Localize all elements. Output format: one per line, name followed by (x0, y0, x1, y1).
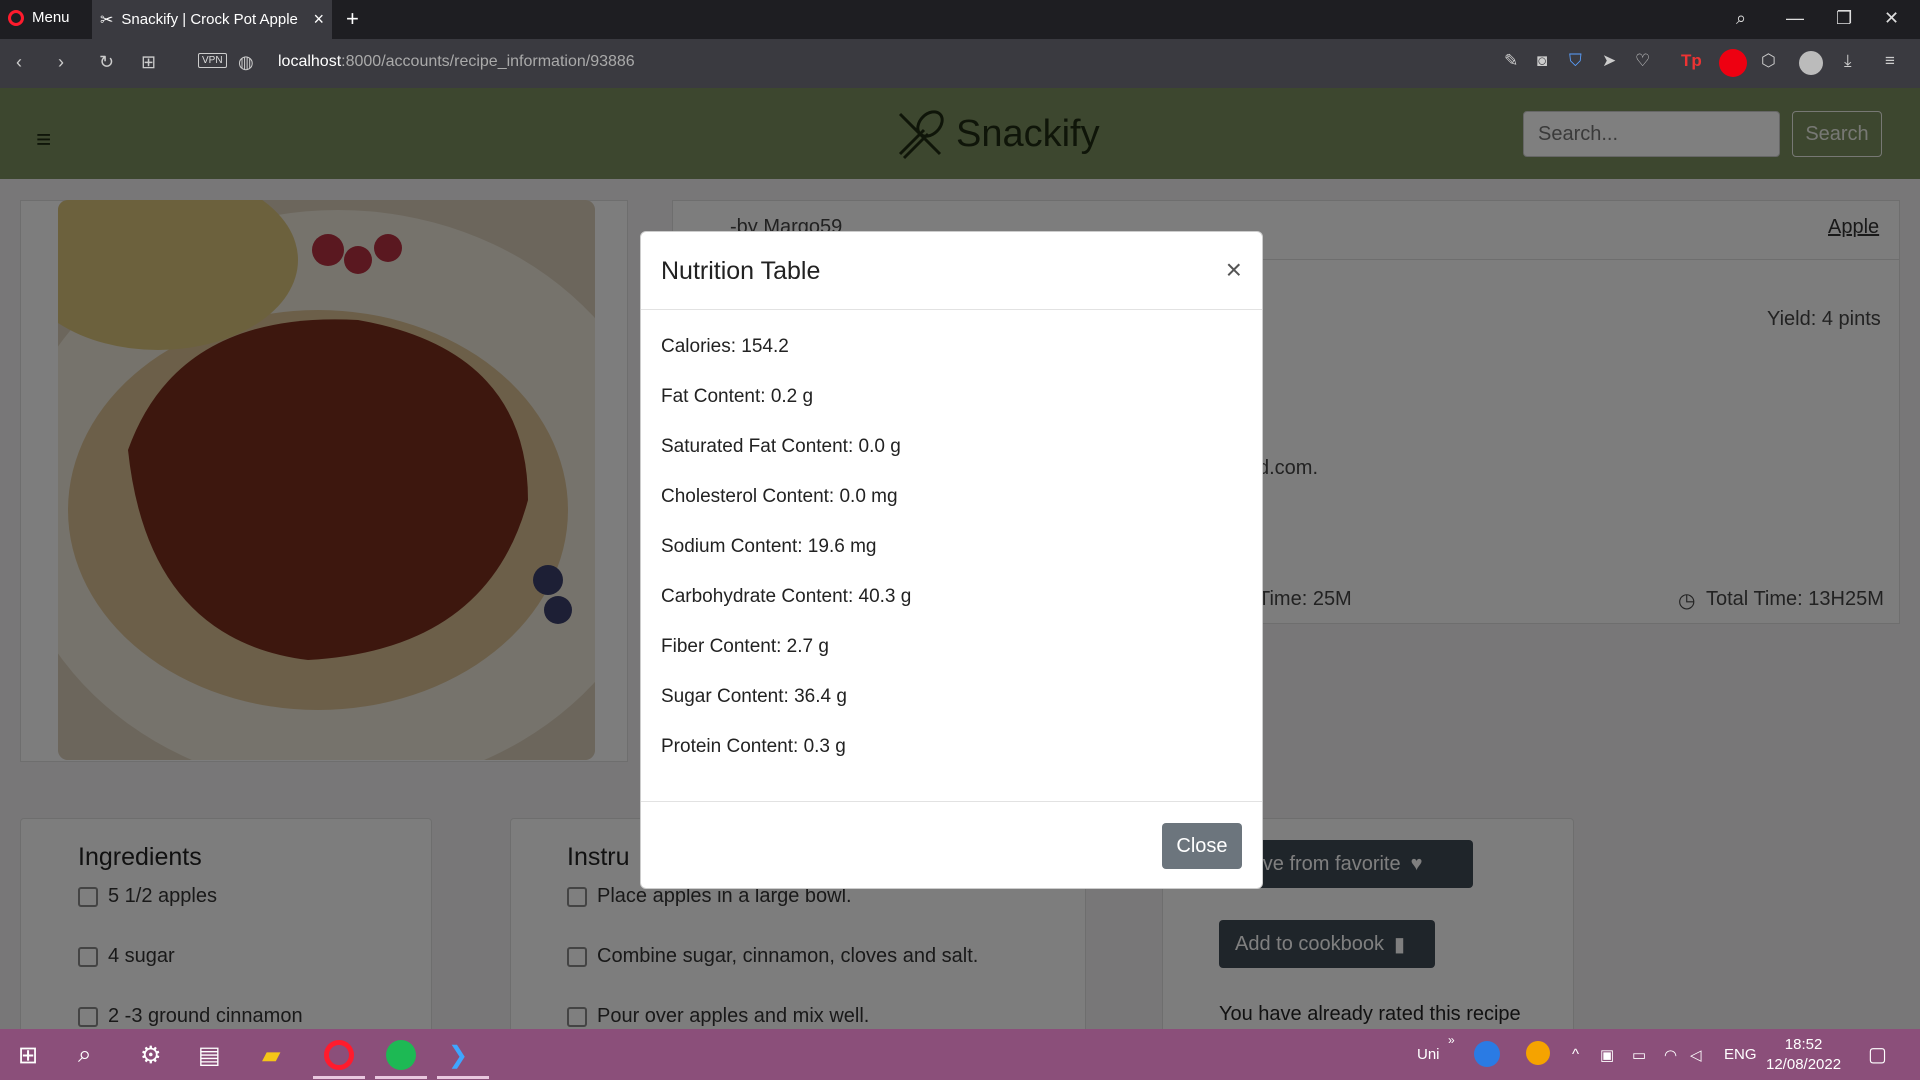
modal-header: Nutrition Table × (641, 232, 1262, 310)
battery-icon[interactable]: ▭ (1632, 1046, 1646, 1064)
url-path: :8000/accounts/recipe_information/93886 (341, 53, 635, 70)
active-app-indicator (313, 1076, 365, 1079)
adblock-icon[interactable] (1719, 49, 1747, 77)
nutrition-item: Fat Content: 0.2 g (661, 386, 814, 407)
clock-time: 18:52 (1784, 1036, 1823, 1053)
edit-icon[interactable]: ✎ (1504, 51, 1518, 71)
chevrons-icon[interactable]: » (1448, 1033, 1455, 1047)
browser-menu-button[interactable]: Menu (8, 9, 70, 26)
clock-date: 12/08/2022 (1766, 1056, 1842, 1073)
modal-title: Nutrition Table (661, 257, 821, 285)
nutrition-item: Cholesterol Content: 0.0 mg (661, 486, 898, 507)
camera-icon[interactable]: ◙ (1537, 51, 1547, 71)
spotify-icon[interactable] (386, 1040, 416, 1070)
opera-logo-icon (8, 9, 24, 26)
keyboard-layout[interactable]: Uni (1417, 1046, 1440, 1063)
opera-taskbar-icon[interactable] (324, 1040, 354, 1070)
whisk-icon: ✂ (100, 11, 114, 29)
address-bar: ‹ › ↻ ⊞ VPN ◍ localhost:8000/accounts/re… (0, 39, 1920, 88)
display-icon[interactable]: ▣ (1600, 1046, 1614, 1064)
profile-avatar[interactable] (1799, 51, 1823, 75)
nutrition-item: Fiber Content: 2.7 g (661, 636, 829, 657)
windows-start-icon[interactable]: ⊞ (18, 1041, 38, 1070)
search-icon[interactable]: ⌕ (78, 1041, 91, 1069)
tab-close-icon[interactable]: × (313, 9, 324, 30)
speed-dial-icon[interactable]: ⊞ (141, 52, 156, 73)
windows-taskbar: ⊞ ⌕ ⚙ ▤ ▰ ❯ Uni » ^ ▣ ▭ ◠ ◁ ENG 18:52 12… (0, 1029, 1920, 1080)
restore-icon[interactable]: ❐ (1836, 8, 1852, 29)
nutrition-item: Calories: 154.2 (661, 336, 789, 357)
search-tabs-icon[interactable]: ⌕ (1736, 8, 1746, 29)
close-icon[interactable]: × (1226, 256, 1242, 284)
app-window-icon[interactable]: ▤ (198, 1041, 221, 1070)
heart-icon[interactable]: ♡ (1635, 51, 1650, 71)
forward-icon[interactable]: › (58, 52, 64, 73)
tp-extension-icon[interactable]: Tp (1681, 51, 1702, 71)
browser-tab-active[interactable]: ✂ Snackify | Crock Pot Apple × (92, 0, 332, 39)
close-button[interactable]: Close (1162, 823, 1242, 869)
language-indicator[interactable]: ENG (1724, 1046, 1757, 1063)
modal-footer: Close (641, 801, 1262, 890)
browser-tab-bar: Menu ✂ Snackify | Crock Pot Apple × + ⌕ … (0, 0, 1920, 39)
minimize-icon[interactable]: — (1786, 8, 1804, 29)
file-explorer-icon[interactable]: ▰ (262, 1041, 280, 1070)
running-app-indicator (437, 1076, 489, 1079)
running-app-indicator (375, 1076, 427, 1079)
url-host: localhost (278, 53, 342, 70)
notifications-icon[interactable]: ▢ (1868, 1042, 1887, 1067)
nutrition-item: Saturated Fat Content: 0.0 g (661, 436, 901, 457)
tab-title: Snackify | Crock Pot Apple (121, 11, 298, 28)
new-tab-icon[interactable]: + (346, 6, 359, 32)
easy-setup-icon[interactable]: ≡ (1885, 51, 1895, 71)
nutrition-modal: Nutrition Table × Calories: 154.2 Fat Co… (640, 231, 1263, 889)
url-field[interactable]: localhost:8000/accounts/recipe_informati… (278, 53, 635, 71)
menu-label: Menu (32, 9, 70, 26)
download-icon[interactable]: ⤓ (1844, 51, 1852, 71)
volume-icon[interactable]: ◁ (1690, 1046, 1702, 1064)
reload-icon[interactable]: ↻ (99, 52, 114, 73)
help-icon[interactable] (1474, 1041, 1500, 1067)
back-icon[interactable]: ‹ (16, 52, 22, 73)
vpn-badge[interactable]: VPN (198, 53, 227, 68)
shield-icon[interactable]: ⛉ (1569, 51, 1582, 71)
close-window-icon[interactable]: ✕ (1884, 8, 1899, 29)
send-icon[interactable]: ➤ (1602, 51, 1616, 71)
nutrition-item: Protein Content: 0.3 g (661, 736, 846, 757)
globe-icon[interactable]: ◍ (238, 52, 254, 73)
nutrition-item: Sugar Content: 36.4 g (661, 686, 847, 707)
system-clock[interactable]: 18:52 12/08/2022 (1766, 1035, 1841, 1075)
nutrition-item: Carbohydrate Content: 40.3 g (661, 586, 912, 607)
vscode-icon[interactable]: ❯ (448, 1041, 468, 1070)
nutrition-item: Sodium Content: 19.6 mg (661, 536, 877, 557)
settings-gear-icon[interactable]: ⚙ (140, 1041, 162, 1070)
show-hidden-icons-icon[interactable]: ^ (1572, 1046, 1579, 1063)
cube-icon[interactable]: ⬡ (1761, 51, 1776, 71)
wifi-icon[interactable]: ◠ (1664, 1046, 1677, 1064)
app-tray-icon[interactable] (1526, 1041, 1550, 1065)
